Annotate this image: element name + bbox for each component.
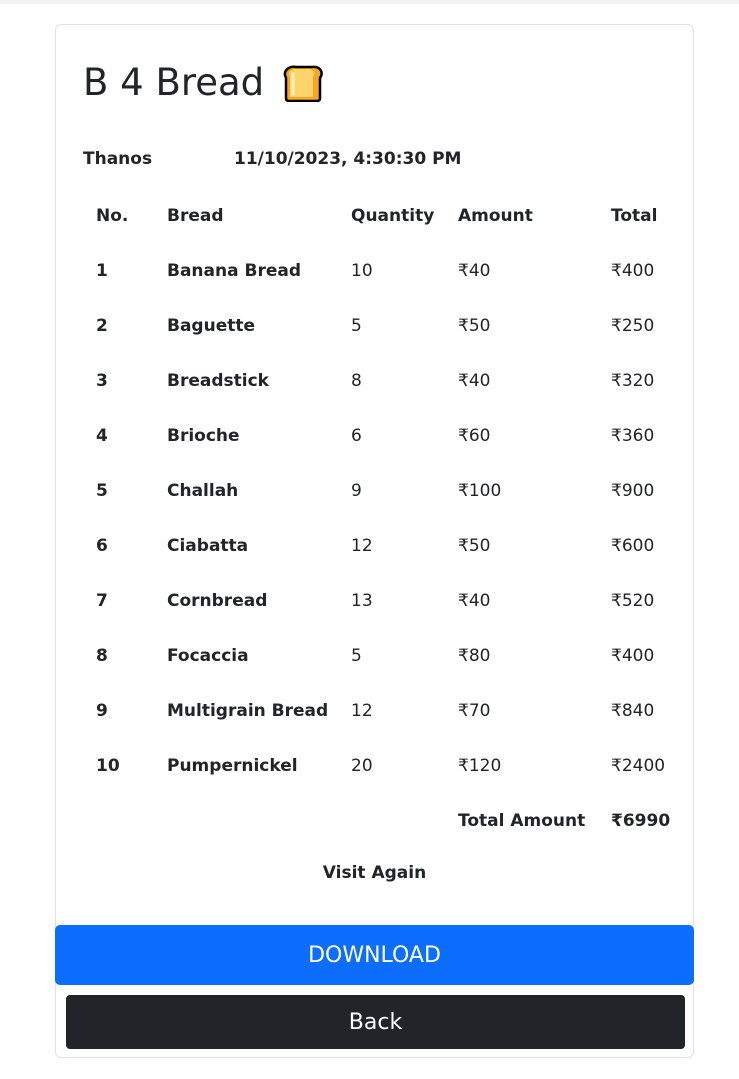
row-bread: Baguette [167, 315, 256, 336]
table-row: 1 Banana Bread 10 ₹40 ₹400 [83, 243, 683, 298]
table-row: 2 Baguette 5 ₹50 ₹250 [83, 298, 683, 353]
table-row: 8 Focaccia 5 ₹80 ₹400 [83, 628, 683, 683]
title-text: B 4 Bread [83, 61, 265, 104]
row-bread: Breadstick [167, 370, 269, 391]
row-amount: ₹100 [458, 480, 502, 501]
col-header-quantity: Quantity [351, 205, 435, 226]
back-button[interactable]: Back [66, 995, 685, 1049]
row-total: ₹600 [611, 535, 655, 556]
col-header-no: No. [96, 205, 129, 226]
row-bread: Cornbread [167, 590, 268, 611]
total-amount-label: Total Amount [458, 810, 586, 831]
row-bread: Focaccia [167, 645, 249, 666]
row-amount: ₹60 [458, 425, 491, 446]
row-total: ₹400 [611, 260, 655, 281]
row-quantity: 13 [351, 590, 373, 611]
table-row: 3 Breadstick 8 ₹40 ₹320 [83, 353, 683, 408]
table-row: 5 Challah 9 ₹100 ₹900 [83, 463, 683, 518]
row-no: 8 [96, 645, 108, 666]
total-row: Total Amount ₹6990 [83, 793, 683, 848]
col-header-total: Total [611, 205, 658, 226]
row-no: 7 [96, 590, 108, 611]
row-quantity: 9 [351, 480, 362, 501]
total-amount-value: ₹6990 [611, 810, 671, 831]
row-amount: ₹50 [458, 535, 491, 556]
row-total: ₹250 [611, 315, 655, 336]
receipt-card: B 4 Bread Thanos 11/10/2023, 4:30:30 PM … [55, 24, 694, 1058]
row-bread: Ciabatta [167, 535, 249, 556]
col-header-amount: Amount [458, 205, 533, 226]
row-total: ₹900 [611, 480, 655, 501]
table-row: 9 Multigrain Bread 12 ₹70 ₹840 [83, 683, 683, 738]
download-button[interactable]: DOWNLOAD [55, 925, 694, 985]
row-quantity: 8 [351, 370, 362, 391]
row-bread: Challah [167, 480, 239, 501]
row-total: ₹840 [611, 700, 655, 721]
table-row: 10 Pumpernickel 20 ₹120 ₹2400 [83, 738, 683, 793]
table-row: 6 Ciabatta 12 ₹50 ₹600 [83, 518, 683, 573]
customer-name: Thanos [83, 149, 153, 169]
table-header-row: No. Bread Quantity Amount Total [83, 188, 683, 243]
page-title: B 4 Bread [83, 61, 324, 105]
row-no: 9 [96, 700, 108, 721]
row-bread: Multigrain Bread [167, 700, 329, 721]
visit-again-text: Visit Again [322, 863, 427, 883]
row-total: ₹2400 [611, 755, 666, 776]
bread-icon [280, 64, 324, 103]
row-quantity: 20 [351, 755, 373, 776]
row-bread: Pumpernickel [167, 755, 298, 776]
row-no: 6 [96, 535, 108, 556]
row-amount: ₹70 [458, 700, 491, 721]
row-amount: ₹120 [458, 755, 502, 776]
row-total: ₹320 [611, 370, 655, 391]
row-amount: ₹40 [458, 260, 491, 281]
row-no: 10 [96, 755, 120, 776]
order-datetime: 11/10/2023, 4:30:30 PM [234, 149, 462, 169]
row-amount: ₹40 [458, 370, 491, 391]
top-strip [0, 0, 739, 4]
row-total: ₹520 [611, 590, 655, 611]
row-amount: ₹80 [458, 645, 491, 666]
col-header-bread: Bread [167, 205, 224, 226]
row-amount: ₹50 [458, 315, 491, 336]
row-no: 1 [96, 260, 108, 281]
table-row: 4 Brioche 6 ₹60 ₹360 [83, 408, 683, 463]
row-quantity: 12 [351, 700, 373, 721]
row-quantity: 10 [351, 260, 373, 281]
row-bread: Brioche [167, 425, 240, 446]
row-quantity: 6 [351, 425, 362, 446]
row-amount: ₹40 [458, 590, 491, 611]
row-quantity: 12 [351, 535, 373, 556]
table-row: 7 Cornbread 13 ₹40 ₹520 [83, 573, 683, 628]
order-table: No. Bread Quantity Amount Total 1 Banana… [83, 188, 683, 848]
row-quantity: 5 [351, 645, 362, 666]
row-total: ₹400 [611, 645, 655, 666]
row-no: 2 [96, 315, 108, 336]
row-no: 5 [96, 480, 108, 501]
row-no: 4 [96, 425, 108, 446]
row-bread: Banana Bread [167, 260, 302, 281]
row-total: ₹360 [611, 425, 655, 446]
row-quantity: 5 [351, 315, 362, 336]
row-no: 3 [96, 370, 108, 391]
